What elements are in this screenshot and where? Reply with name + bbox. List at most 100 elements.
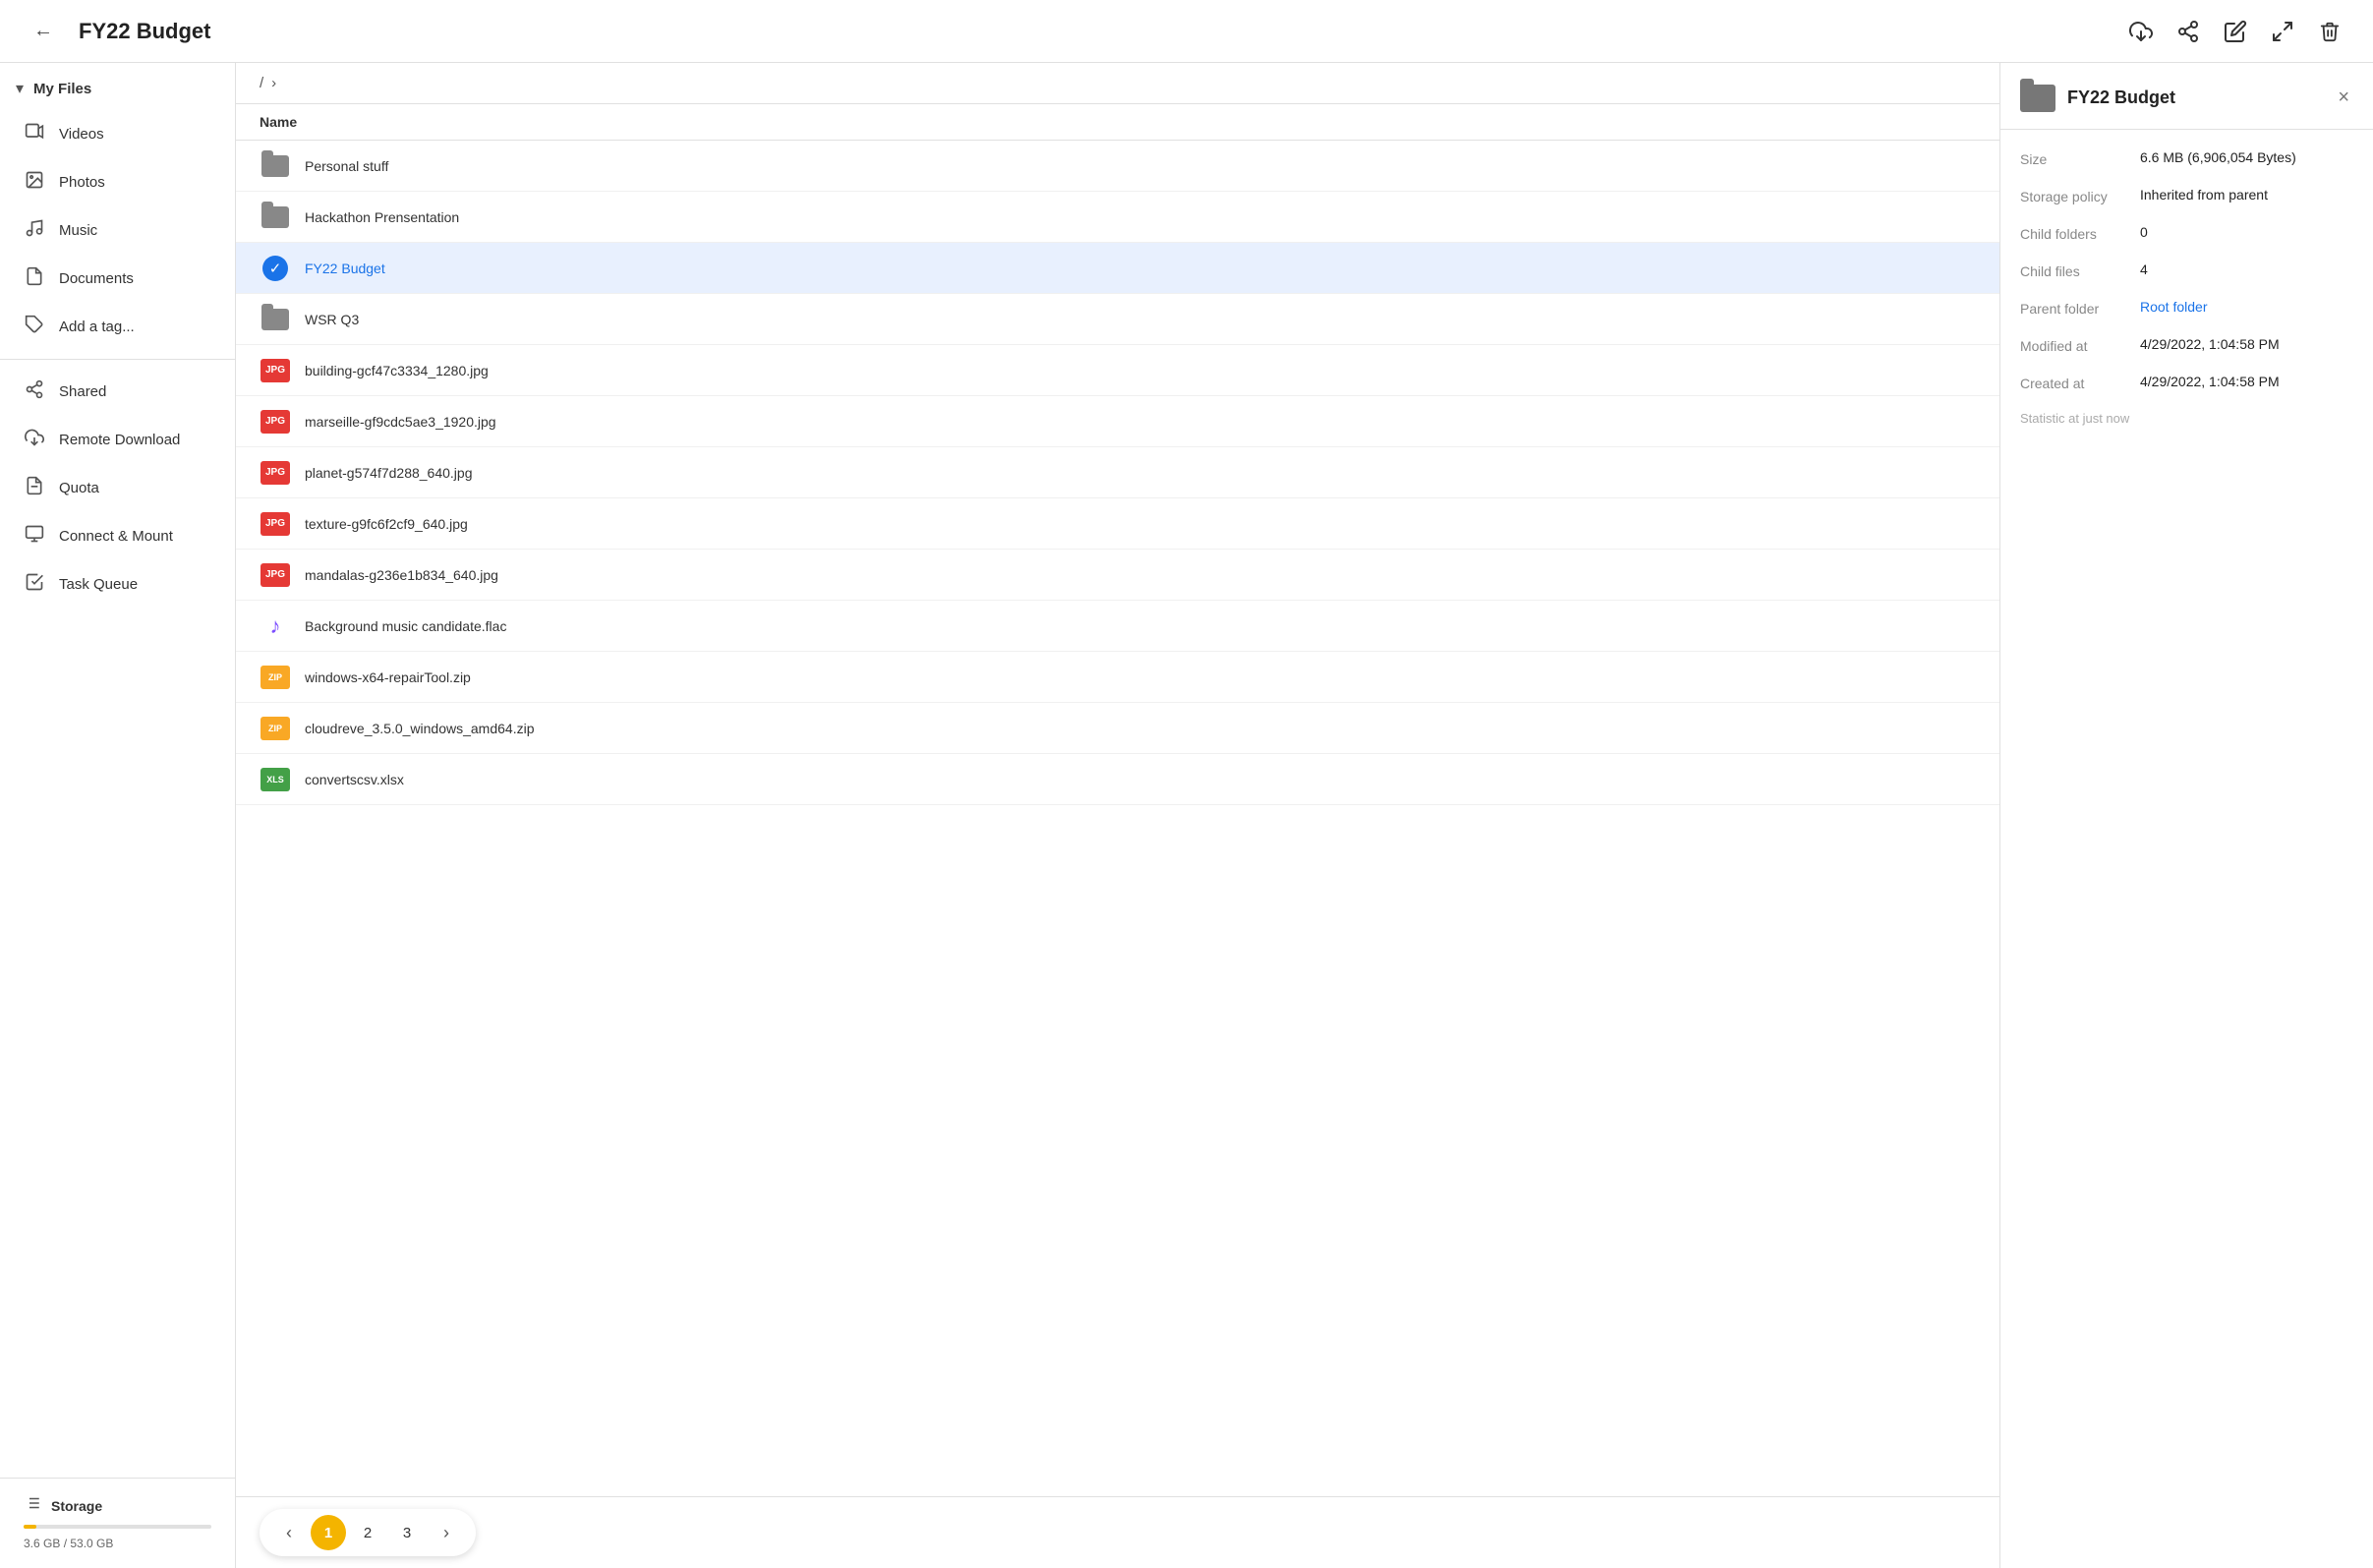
image-file-icon: JPG — [260, 508, 291, 540]
file-list-header: Name — [236, 104, 1999, 141]
page-3-button[interactable]: 3 — [389, 1515, 425, 1550]
table-row[interactable]: Personal stuff — [236, 141, 1999, 192]
table-row[interactable]: Hackathon Prensentation — [236, 192, 1999, 243]
breadcrumb: / › — [236, 63, 1999, 104]
sidebar-item-add-tag-label: Add a tag... — [59, 319, 135, 335]
sidebar-item-shared[interactable]: Shared — [0, 368, 235, 416]
detail-value-created-at: 4/29/2022, 1:04:58 PM — [2140, 374, 2280, 389]
folder-icon — [260, 202, 291, 233]
main-container: ▾ My Files Videos Photos Music — [0, 63, 2373, 1568]
sidebar-divider — [0, 359, 235, 360]
table-row[interactable]: XLS convertscsv.xlsx — [236, 754, 1999, 805]
sidebar: ▾ My Files Videos Photos Music — [0, 63, 236, 1568]
file-name: texture-g9fc6f2cf9_640.jpg — [305, 516, 1976, 532]
table-row[interactable]: ZIP cloudreve_3.5.0_windows_amd64.zip — [236, 703, 1999, 754]
detail-close-button[interactable]: × — [2334, 83, 2353, 113]
sidebar-item-task-queue[interactable]: Task Queue — [0, 560, 235, 609]
sidebar-item-task-queue-label: Task Queue — [59, 576, 138, 593]
detail-panel-header: FY22 Budget × — [2000, 63, 2373, 130]
detail-stat: Statistic at just now — [2020, 411, 2353, 426]
detail-value-child-folders: 0 — [2140, 224, 2148, 240]
edit-button[interactable] — [2216, 12, 2255, 51]
storage-icon — [24, 1494, 41, 1517]
detail-value-parent-folder[interactable]: Root folder — [2140, 299, 2207, 315]
sidebar-item-music[interactable]: Music — [0, 206, 235, 255]
back-button[interactable]: ← — [24, 12, 63, 51]
delete-button[interactable] — [2310, 12, 2349, 51]
file-name: planet-g574f7d288_640.jpg — [305, 465, 1976, 481]
videos-icon — [24, 122, 45, 146]
quota-icon — [24, 476, 45, 500]
file-name: Background music candidate.flac — [305, 618, 1976, 634]
file-name: windows-x64-repairTool.zip — [305, 669, 1976, 685]
breadcrumb-arrow[interactable]: › — [271, 75, 276, 91]
folder-icon — [260, 150, 291, 182]
table-row[interactable]: WSR Q3 — [236, 294, 1999, 345]
detail-label-modified-at: Modified at — [2020, 336, 2128, 354]
detail-folder-icon — [2020, 85, 2055, 112]
detail-row-storage-policy: Storage policy Inherited from parent — [2020, 187, 2353, 204]
detail-label-storage-policy: Storage policy — [2020, 187, 2128, 204]
download-button[interactable] — [2121, 12, 2161, 51]
file-name: FY22 Budget — [305, 261, 1976, 276]
sidebar-item-music-label: Music — [59, 222, 97, 239]
page-2-button[interactable]: 2 — [350, 1515, 385, 1550]
music-icon — [24, 218, 45, 243]
detail-value-storage-policy: Inherited from parent — [2140, 187, 2268, 203]
sidebar-item-remote-download-label: Remote Download — [59, 432, 180, 448]
detail-panel: FY22 Budget × Size 6.6 MB (6,906,054 Byt… — [1999, 63, 2373, 1568]
header-left: ← FY22 Budget — [24, 12, 210, 51]
sidebar-item-quota[interactable]: Quota — [0, 464, 235, 512]
file-name: Personal stuff — [305, 158, 1976, 174]
page-1-button[interactable]: 1 — [311, 1515, 346, 1550]
sidebar-item-add-tag[interactable]: Add a tag... — [0, 303, 235, 351]
detail-row-created-at: Created at 4/29/2022, 1:04:58 PM — [2020, 374, 2353, 391]
pagination-container: ‹ 1 2 3 › — [236, 1496, 1999, 1568]
share-button[interactable] — [2169, 12, 2208, 51]
export-button[interactable] — [2263, 12, 2302, 51]
detail-label-child-files: Child files — [2020, 261, 2128, 279]
sidebar-item-connect-mount[interactable]: Connect & Mount — [0, 512, 235, 560]
table-row[interactable]: ZIP windows-x64-repairTool.zip — [236, 652, 1999, 703]
cloud-download-icon — [2129, 20, 2153, 43]
file-name: Hackathon Prensentation — [305, 209, 1976, 225]
detail-value-size: 6.6 MB (6,906,054 Bytes) — [2140, 149, 2296, 165]
image-file-icon: JPG — [260, 355, 291, 386]
table-row[interactable]: ♪ Background music candidate.flac — [236, 601, 1999, 652]
detail-row-child-folders: Child folders 0 — [2020, 224, 2353, 242]
table-row[interactable]: JPG texture-g9fc6f2cf9_640.jpg — [236, 498, 1999, 550]
task-icon — [24, 572, 45, 597]
sidebar-item-photos[interactable]: Photos — [0, 158, 235, 206]
file-name: WSR Q3 — [305, 312, 1976, 327]
zip-file-icon: ZIP — [260, 662, 291, 693]
table-row[interactable]: JPG planet-g574f7d288_640.jpg — [236, 447, 1999, 498]
sidebar-item-remote-download[interactable]: Remote Download — [0, 416, 235, 464]
prev-page-button[interactable]: ‹ — [271, 1515, 307, 1550]
edit-icon — [2224, 20, 2247, 43]
sidebar-item-videos[interactable]: Videos — [0, 110, 235, 158]
zip-file-icon: ZIP — [260, 713, 291, 744]
detail-label-created-at: Created at — [2020, 374, 2128, 391]
sidebar-item-documents-label: Documents — [59, 270, 134, 287]
header-actions — [2121, 12, 2349, 51]
storage-label-text: Storage — [51, 1498, 102, 1514]
table-row[interactable]: JPG building-gcf47c3334_1280.jpg — [236, 345, 1999, 396]
file-name: convertscsv.xlsx — [305, 772, 1976, 787]
file-name: building-gcf47c3334_1280.jpg — [305, 363, 1976, 378]
photos-icon — [24, 170, 45, 195]
documents-icon — [24, 266, 45, 291]
detail-title: FY22 Budget — [2067, 87, 2322, 108]
table-row[interactable]: ✓ FY22 Budget — [236, 243, 1999, 294]
next-page-button[interactable]: › — [429, 1515, 464, 1550]
table-row[interactable]: JPG mandalas-g236e1b834_640.jpg — [236, 550, 1999, 601]
check-icon: ✓ — [260, 253, 291, 284]
sidebar-item-documents[interactable]: Documents — [0, 255, 235, 303]
detail-value-modified-at: 4/29/2022, 1:04:58 PM — [2140, 336, 2280, 352]
image-file-icon: JPG — [260, 559, 291, 591]
sidebar-item-connect-mount-label: Connect & Mount — [59, 528, 173, 545]
table-row[interactable]: JPG marseille-gf9cdc5ae3_1920.jpg — [236, 396, 1999, 447]
detail-body: Size 6.6 MB (6,906,054 Bytes) Storage po… — [2000, 130, 2373, 445]
monitor-icon — [24, 524, 45, 549]
export-icon — [2271, 20, 2294, 43]
my-files-section[interactable]: ▾ My Files — [0, 63, 235, 106]
